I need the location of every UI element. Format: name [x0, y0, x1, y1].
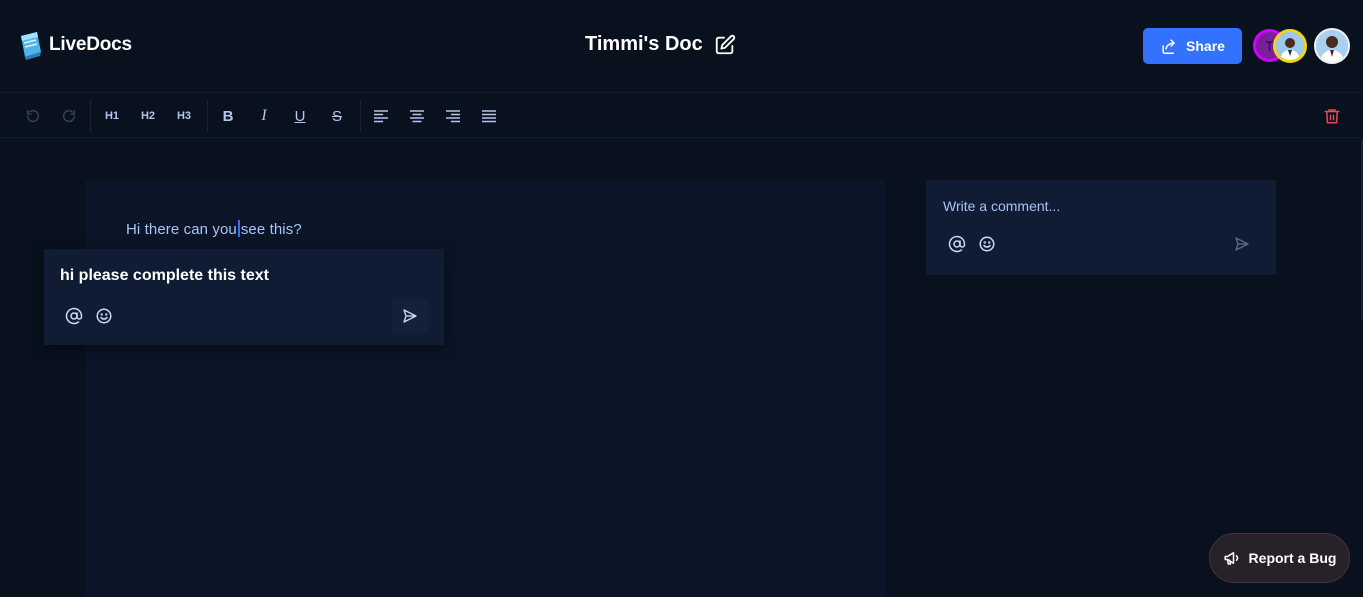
send-icon: [1235, 237, 1249, 251]
toolbar-divider: [207, 100, 208, 132]
toolbar-divider: [90, 100, 91, 132]
heading-3-button[interactable]: H3: [171, 104, 197, 128]
text-caret: [237, 220, 240, 237]
bold-button[interactable]: B: [215, 104, 241, 128]
undo-icon: [26, 110, 39, 122]
logo-icon: [21, 32, 41, 60]
send-comment-button[interactable]: [392, 299, 428, 333]
app-logo[interactable]: LiveDocs: [18, 30, 132, 60]
thread-comment-input[interactable]: hi please complete this text: [60, 267, 269, 285]
align-left-button[interactable]: [368, 104, 394, 128]
mention-button[interactable]: [946, 233, 968, 255]
editor-paragraph[interactable]: Hi there can you see this?: [126, 220, 302, 238]
thread-composer: hi please complete this text: [44, 249, 444, 345]
at-icon: [65, 307, 83, 325]
align-justify-icon: [482, 110, 496, 123]
report-bug-label: Report a Bug: [1248, 550, 1337, 566]
strikethrough-button[interactable]: S: [324, 104, 350, 128]
avatar-photo-icon: [1316, 30, 1348, 62]
document-editor[interactable]: Hi there can you see this?: [85, 180, 885, 597]
emoji-icon: [979, 236, 995, 252]
align-center-button[interactable]: [404, 104, 430, 128]
align-right-button[interactable]: [440, 104, 466, 128]
trash-icon: [1324, 109, 1340, 124]
at-icon: [948, 235, 966, 253]
redo-icon: [63, 110, 76, 122]
comment-input[interactable]: Write a comment...: [943, 198, 1060, 214]
heading-1-button[interactable]: H1: [99, 104, 125, 128]
doc-title-area: Timmi's Doc: [585, 33, 736, 56]
align-center-icon: [410, 110, 424, 123]
align-left-icon: [374, 110, 388, 123]
report-bug-button[interactable]: Report a Bug: [1209, 533, 1350, 583]
align-right-icon: [446, 110, 460, 123]
mention-button[interactable]: [63, 305, 85, 327]
share-button[interactable]: Share: [1143, 28, 1242, 64]
share-label: Share: [1186, 38, 1225, 54]
send-icon: [403, 309, 417, 323]
emoji-icon: [96, 308, 112, 324]
app-header: LiveDocs Timmi's Doc Share T: [0, 0, 1363, 93]
heading-2-button[interactable]: H2: [135, 104, 161, 128]
underline-button[interactable]: U: [287, 104, 313, 128]
send-comment-button[interactable]: [1224, 227, 1260, 261]
avatar[interactable]: [1314, 28, 1350, 64]
doc-title[interactable]: Timmi's Doc: [585, 33, 703, 56]
edit-icon[interactable]: [714, 34, 736, 56]
megaphone-icon: [1224, 552, 1238, 565]
italic-button[interactable]: I: [251, 104, 277, 128]
avatar-photo-icon: [1276, 32, 1304, 60]
redo-button[interactable]: [56, 104, 82, 128]
avatar[interactable]: [1273, 29, 1307, 63]
app-name: LiveDocs: [49, 34, 132, 55]
formatting-toolbar: H1 H2 H3 B I U S: [0, 94, 1363, 138]
comment-composer: Write a comment...: [926, 180, 1276, 275]
emoji-button[interactable]: [93, 305, 115, 327]
emoji-button[interactable]: [976, 233, 998, 255]
share-icon: [1162, 39, 1175, 54]
align-justify-button[interactable]: [476, 104, 502, 128]
toolbar-divider: [360, 100, 361, 132]
undo-button[interactable]: [20, 104, 46, 128]
delete-document-button[interactable]: [1320, 104, 1344, 128]
